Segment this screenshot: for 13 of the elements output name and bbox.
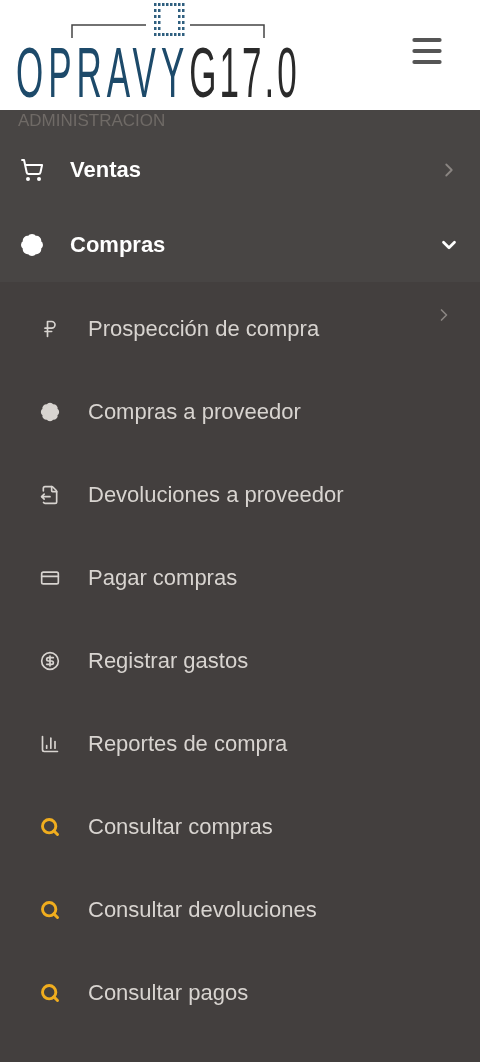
logo-primary-text: OPRAVY xyxy=(16,38,190,108)
submenu-item[interactable]: Registrar gastos xyxy=(0,619,480,702)
submenu-item[interactable]: Reportes de compra xyxy=(0,702,480,785)
menu-item[interactable]: Compras xyxy=(0,207,480,282)
menu-item[interactable]: Ventas xyxy=(0,132,480,207)
submenu-item[interactable]: Compras a proveedor xyxy=(0,370,480,453)
submenu-item[interactable]: Prospección de compra xyxy=(0,287,480,370)
submenu-item[interactable]: Consultar devoluciones xyxy=(0,868,480,951)
submenu-item[interactable]: Pagar compras xyxy=(0,536,480,619)
submenu-item[interactable]: Consultar pagos xyxy=(0,951,480,1034)
submenu-item[interactable]: Consultar compras xyxy=(0,785,480,868)
logo-secondary-text: G17.0 xyxy=(189,38,300,108)
submenu-item[interactable]: Devoluciones a proveedor xyxy=(0,453,480,536)
